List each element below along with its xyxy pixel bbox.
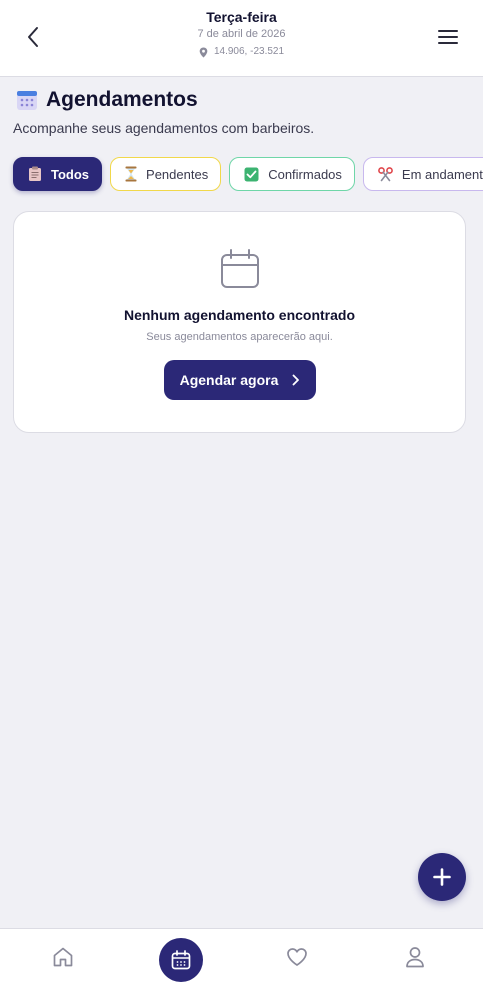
- menu-button[interactable]: [433, 22, 463, 52]
- plus-icon: [433, 868, 451, 886]
- nav-profile[interactable]: [385, 929, 445, 984]
- calendar-outline-icon: [221, 249, 259, 288]
- heart-icon: [287, 948, 307, 966]
- filter-chips: Todos Pendentes Confirmados Em andamento: [13, 157, 483, 191]
- scissors-icon: [378, 166, 393, 181]
- chevron-right-icon: [293, 374, 300, 386]
- nav-favorites[interactable]: [267, 929, 327, 984]
- filter-chip-label: Confirmados: [268, 166, 342, 182]
- calendar-emoji-icon: [17, 91, 37, 110]
- user-icon: [406, 947, 424, 968]
- bottom-nav: [0, 928, 483, 984]
- header-info: Terça-feira 7 de abril de 2026 14.906, -…: [0, 9, 483, 58]
- empty-state-card: Nenhum agendamento encontrado Seus agend…: [13, 211, 466, 433]
- page-title: Agendamentos: [46, 88, 198, 111]
- location-pin-icon: [199, 47, 208, 57]
- page-subtitle: Acompanhe seus agendamentos com barbeiro…: [13, 120, 315, 136]
- clipboard-icon: [29, 166, 41, 181]
- filter-chip-label: Em andamento: [401, 166, 483, 182]
- page-title-row: Agendamentos: [16, 88, 198, 112]
- add-fab-button[interactable]: [418, 853, 466, 901]
- hourglass-icon: [125, 166, 137, 182]
- empty-state-subtitle: Seus agendamentos aparecerão aqui.: [146, 331, 333, 343]
- filter-chip-pendentes[interactable]: Pendentes: [110, 157, 222, 191]
- location-row: 14.906, -23.521: [0, 46, 483, 58]
- empty-state-title: Nenhum agendamento encontrado: [123, 307, 356, 323]
- top-header: Terça-feira 7 de abril de 2026 14.906, -…: [0, 0, 483, 77]
- filter-chip-label: Todos: [51, 166, 90, 182]
- nav-calendar[interactable]: [159, 938, 203, 982]
- filter-chip-confirmados[interactable]: Confirmados: [229, 157, 355, 191]
- hamburger-menu-icon: [438, 30, 458, 44]
- filter-chip-label: Pendentes: [146, 166, 209, 182]
- filter-chip-todos[interactable]: Todos: [13, 157, 103, 191]
- check-box-icon: [244, 167, 259, 181]
- date-label: 7 de abril de 2026: [197, 28, 286, 40]
- weekday-label: Terça-feira: [206, 9, 277, 25]
- schedule-now-label: Agendar agora: [179, 372, 279, 388]
- home-icon: [53, 947, 73, 967]
- nav-home[interactable]: [33, 929, 93, 984]
- schedule-now-button[interactable]: Agendar agora: [164, 360, 316, 400]
- filter-chip-em-andamento[interactable]: Em andamento: [362, 157, 483, 191]
- coordinates-label: 14.906, -23.521: [213, 46, 285, 57]
- calendar-icon: [171, 950, 191, 970]
